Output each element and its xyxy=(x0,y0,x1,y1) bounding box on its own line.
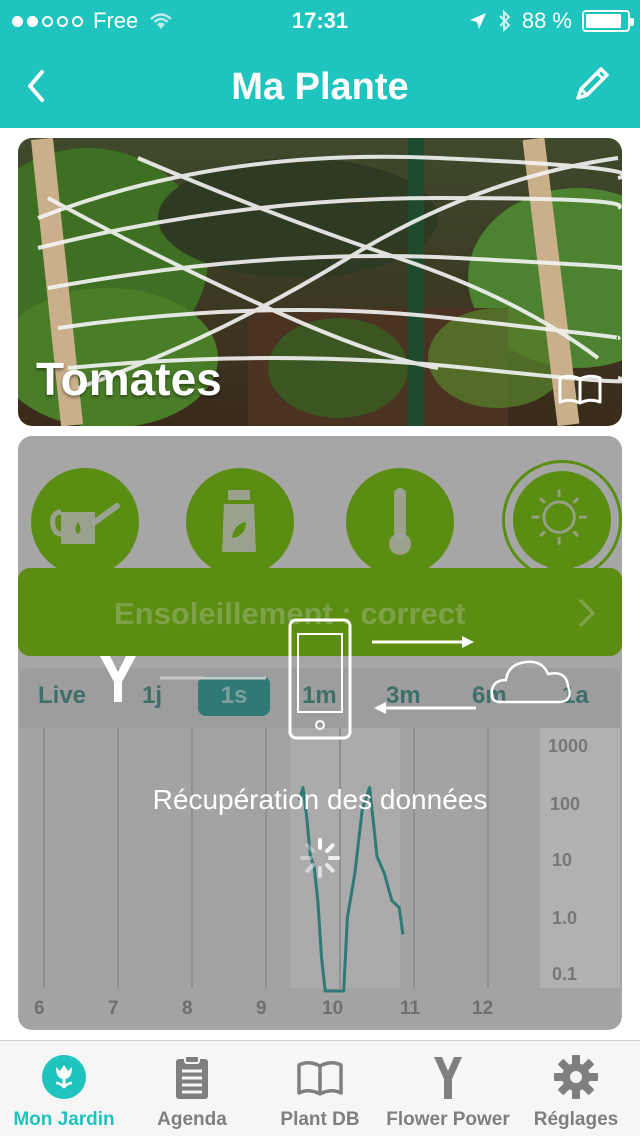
tab-flower-power[interactable]: Flower Power xyxy=(384,1041,512,1136)
x-tick-label: 8 xyxy=(182,998,193,1019)
tab-label: Plant DB xyxy=(280,1109,360,1130)
cloud-icon xyxy=(490,660,571,704)
book-icon xyxy=(297,1061,343,1096)
sensor-fertilizer-button[interactable] xyxy=(186,468,294,576)
status-bar: Free 17:31 88 % xyxy=(0,0,640,40)
top-bar: Free 17:31 88 % Ma Plante xyxy=(0,0,640,128)
book-icon[interactable] xyxy=(556,372,604,406)
x-tick-label: 11 xyxy=(400,998,421,1019)
loading-spinner-icon xyxy=(300,838,340,878)
sensor-y-icon xyxy=(100,656,136,702)
chevron-right-icon xyxy=(579,599,596,627)
phone-icon xyxy=(288,618,352,740)
x-tick-label: 10 xyxy=(322,998,344,1019)
gear-icon xyxy=(554,1055,598,1099)
clipboard-icon xyxy=(176,1055,208,1099)
location-arrow-icon xyxy=(469,13,486,29)
y-tick-label: 1.0 xyxy=(552,908,578,928)
sensor-temperature-button[interactable] xyxy=(346,468,454,576)
y-tick-label: 10 xyxy=(552,850,573,870)
range-tab-live[interactable]: Live xyxy=(38,682,86,710)
page-title: Ma Plante xyxy=(231,66,409,108)
x-tick-label: 12 xyxy=(472,998,494,1019)
watering-can-icon xyxy=(50,503,120,544)
tab-mon-jardin[interactable]: Mon Jardin xyxy=(0,1041,128,1136)
plant-photo[interactable]: Tomates xyxy=(18,138,622,426)
tab-label: Flower Power xyxy=(386,1109,510,1130)
pencil-icon xyxy=(576,67,609,100)
tab-plant-db[interactable]: Plant DB xyxy=(256,1041,384,1136)
x-tick-label: 7 xyxy=(108,998,119,1019)
loading-message: Récupération des données xyxy=(152,784,488,815)
bluetooth-icon xyxy=(499,10,511,32)
thermometer-icon xyxy=(389,488,411,555)
sensor-y-icon xyxy=(434,1057,462,1099)
tab-agenda[interactable]: Agenda xyxy=(128,1041,256,1136)
tab-label: Mon Jardin xyxy=(13,1109,115,1130)
tab-reglages[interactable]: Réglages xyxy=(512,1041,640,1136)
x-tick-label: 6 xyxy=(34,998,45,1019)
fertilizer-icon xyxy=(222,490,256,552)
sync-animation xyxy=(100,618,571,740)
upload-arrow-icon xyxy=(372,636,474,648)
battery-icon xyxy=(582,10,634,32)
tab-label: Réglages xyxy=(533,1109,619,1130)
y-tick-label: 0.1 xyxy=(552,964,578,984)
flower-icon xyxy=(42,1055,86,1099)
battery-percent: 88 % xyxy=(521,8,572,33)
tab-bar: Mon Jardin Agenda Plant DB Flower Power xyxy=(0,1040,640,1136)
plant-name: Tomates xyxy=(36,353,222,405)
navigation-bar: Ma Plante xyxy=(0,40,640,128)
sensor-watering-button[interactable] xyxy=(31,468,139,576)
edit-button[interactable] xyxy=(570,62,614,106)
download-arrow-icon xyxy=(374,702,476,714)
tab-label: Agenda xyxy=(157,1109,227,1130)
x-tick-label: 9 xyxy=(256,998,267,1019)
